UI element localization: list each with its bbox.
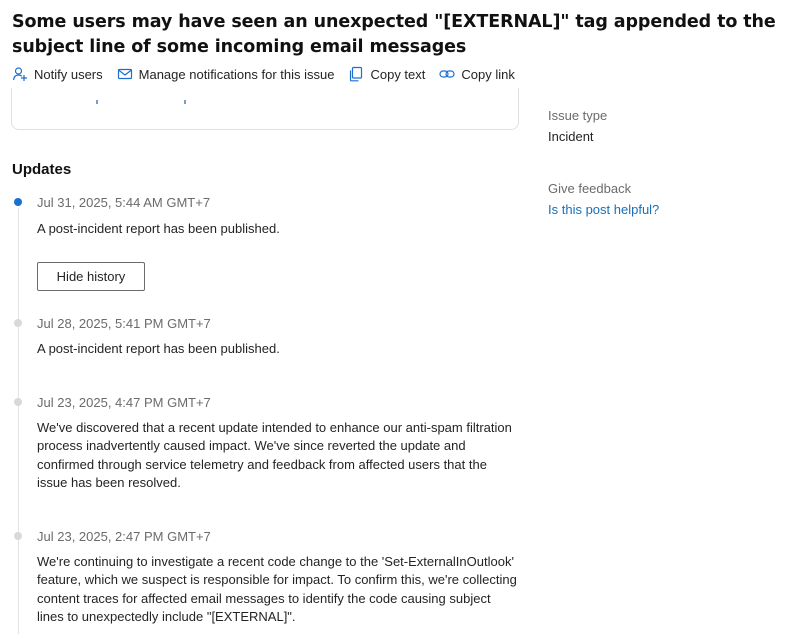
timeline-dot (14, 398, 22, 406)
timeline-dot (14, 319, 22, 327)
copy-text-label: Copy text (370, 66, 426, 82)
updates-heading: Updates (12, 161, 72, 178)
update-text: We've discovered that a recent update in… (37, 420, 512, 490)
update-text: We're continuing to investigate a recent… (37, 554, 517, 624)
timeline-line (18, 208, 19, 634)
update-text: A post-incident report has been publishe… (37, 341, 280, 356)
copy-text-button[interactable]: Copy text (348, 66, 425, 82)
mail-icon (117, 68, 132, 80)
issue-type-value: Incident (548, 129, 594, 144)
update-text: A post-incident report has been publishe… (37, 221, 280, 236)
card-text-fragment (96, 100, 98, 104)
notify-users-button[interactable]: Notify users (12, 66, 103, 82)
person-add-icon (12, 67, 27, 81)
action-bar: Notify users Manage notifications for th… (12, 64, 529, 84)
timeline-dot-current (14, 198, 22, 206)
update-date: Jul 23, 2025, 2:47 PM GMT+7 (37, 529, 211, 544)
summary-card (11, 88, 519, 130)
hide-history-button[interactable]: Hide history (37, 262, 145, 291)
update-date: Jul 23, 2025, 4:47 PM GMT+7 (37, 395, 211, 410)
update-date: Jul 31, 2025, 5:44 AM GMT+7 (37, 195, 211, 210)
give-feedback-label: Give feedback (548, 181, 632, 196)
notify-users-label: Notify users (34, 66, 103, 82)
link-icon (439, 70, 455, 78)
feedback-link[interactable]: Is this post helpful? (548, 202, 659, 217)
timeline-dot (14, 532, 22, 540)
copy-link-button[interactable]: Copy link (439, 66, 515, 82)
card-text-fragment (184, 100, 186, 104)
page-title: Some users may have seen an unexpected "… (12, 12, 776, 57)
copy-icon (350, 66, 363, 82)
manage-notifications-label: Manage notifications for this issue (138, 66, 335, 82)
issue-type-label: Issue type (548, 108, 608, 123)
manage-notifications-button[interactable]: Manage notifications for this issue (117, 66, 335, 82)
update-date: Jul 28, 2025, 5:41 PM GMT+7 (37, 316, 211, 331)
copy-link-label: Copy link (461, 66, 515, 82)
